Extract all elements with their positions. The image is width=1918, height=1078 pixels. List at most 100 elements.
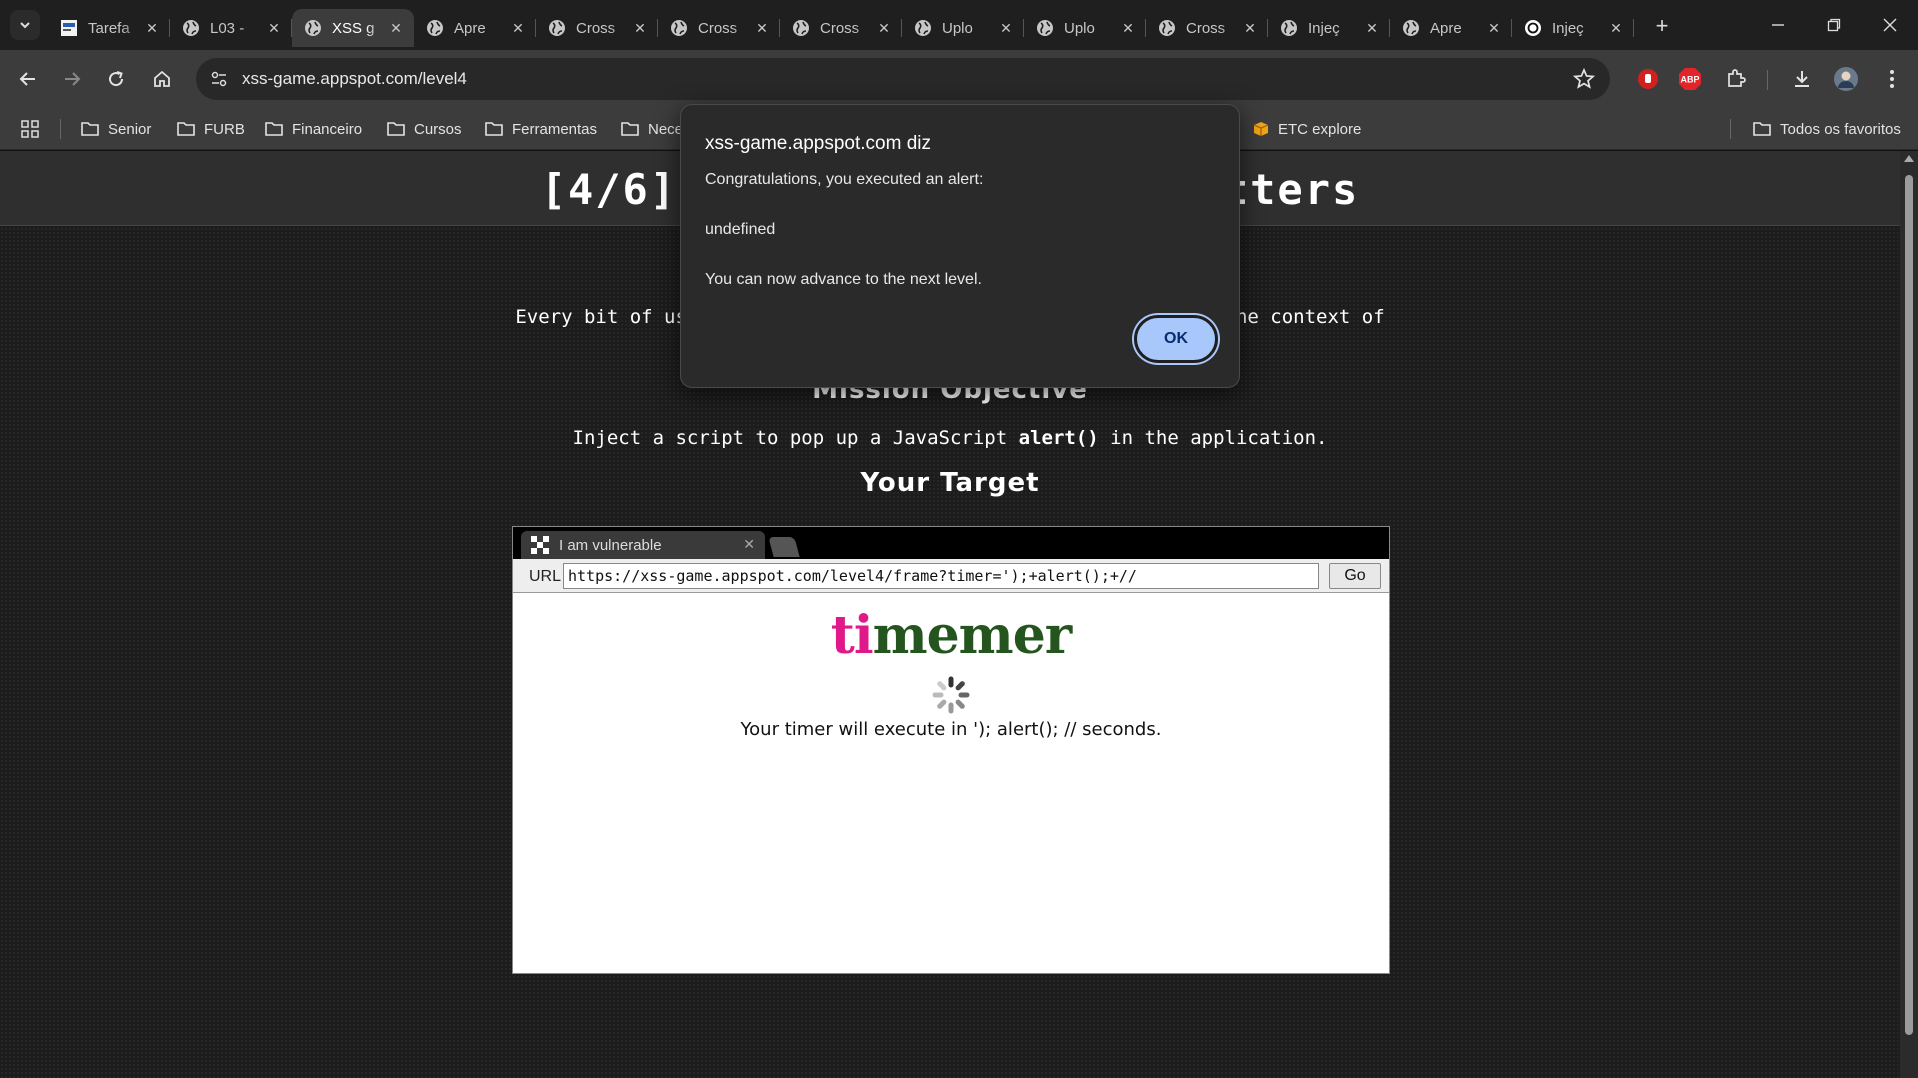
- browser-tab[interactable]: Apre ✕: [414, 9, 536, 47]
- back-button[interactable]: [12, 63, 44, 95]
- new-tab-button[interactable]: +: [1648, 12, 1676, 40]
- browser-tab[interactable]: Uplo ✕: [1024, 9, 1146, 47]
- tab-strip: Tarefa ✕ L03 - ✕ XSS g ✕ Apre ✕ Cross ✕ Cross ✕ Cros…: [0, 0, 1918, 50]
- browser-tab[interactable]: L03 - ✕: [170, 9, 292, 47]
- bookmark-item[interactable]: Financeiro: [264, 116, 362, 142]
- show-hints-link[interactable]: show: [985, 857, 1065, 887]
- globe-icon: [1158, 19, 1176, 37]
- browser-tab[interactable]: XSS g ✕: [292, 9, 414, 47]
- dialog-message-line-1: Congratulations, you executed an alert:: [705, 171, 984, 188]
- frame-go-button[interactable]: Go: [1329, 563, 1381, 589]
- forward-button[interactable]: [56, 63, 88, 95]
- apps-grid-button[interactable]: [20, 116, 48, 142]
- frame-new-tab[interactable]: [768, 537, 800, 557]
- bookmark-label: Financeiro: [292, 120, 363, 138]
- page-scrollbar[interactable]: [1900, 151, 1918, 1078]
- tab-title: Tarefa: [88, 19, 130, 37]
- browser-tab[interactable]: Tarefa ✕: [48, 9, 170, 47]
- tab-close-icon[interactable]: ✕: [632, 20, 648, 36]
- bookmark-label: Nece: [648, 120, 684, 138]
- browser-tab[interactable]: Cross ✕: [780, 9, 902, 47]
- target-code-paren: ): [1096, 815, 1110, 845]
- browser-tab[interactable]: Cross ✕: [658, 9, 780, 47]
- tab-title: Apre: [1430, 19, 1462, 37]
- dialog-ok-button[interactable]: OK: [1134, 315, 1218, 363]
- tab-close-icon[interactable]: ✕: [266, 20, 282, 36]
- bookmark-item[interactable]: Ferramentas: [484, 116, 597, 142]
- downloads-button[interactable]: [1788, 65, 1816, 93]
- home-button[interactable]: [146, 63, 178, 95]
- target-heading: Your Target: [860, 468, 1040, 498]
- tab-close-icon[interactable]: ✕: [1242, 20, 1258, 36]
- bookmark-item[interactable]: Senior: [80, 116, 151, 142]
- dialog-title: xss-game.appspot.com diz: [705, 133, 931, 154]
- tab-title: Uplo: [942, 19, 973, 37]
- tab-close-icon[interactable]: ✕: [876, 20, 892, 36]
- tab-title: Cross: [698, 19, 738, 37]
- site-info-icon[interactable]: [208, 68, 230, 90]
- toggle-code-link[interactable]: toggle: [996, 815, 1096, 845]
- bookmark-star-icon[interactable]: [1572, 67, 1596, 91]
- tab-search-button[interactable]: [10, 10, 40, 40]
- timer-message: Your timer will execute in '); alert(); …: [740, 719, 1162, 740]
- browser-tab[interactable]: Cross ✕: [1146, 9, 1268, 47]
- browser-tab[interactable]: Uplo ✕: [902, 9, 1024, 47]
- folder-icon: [1753, 122, 1771, 136]
- mission-text-post: in the application.: [1098, 427, 1328, 449]
- tab-close-icon[interactable]: ✕: [1608, 20, 1624, 36]
- browser-tab[interactable]: Apre ✕: [1390, 9, 1512, 47]
- minimize-button[interactable]: [1750, 0, 1806, 50]
- bookmark-label: ETC explore: [1278, 120, 1362, 138]
- scroll-up-arrow-icon[interactable]: [1904, 155, 1914, 162]
- dialog-message-line-3: You can now advance to the next level.: [705, 271, 982, 288]
- tab-close-icon[interactable]: ✕: [510, 20, 526, 36]
- tab-close-icon[interactable]: ✕: [1486, 20, 1502, 36]
- bookmarks-divider: [1730, 119, 1731, 139]
- svg-text:ABP: ABP: [1680, 75, 1699, 85]
- tab-close-icon[interactable]: ✕: [754, 20, 770, 36]
- globe-icon: [548, 19, 566, 37]
- hints-heading: Hints 0/3 (show): [0, 857, 1900, 887]
- restore-button[interactable]: [1806, 0, 1862, 50]
- folder-icon: [177, 122, 195, 136]
- tab-close-icon[interactable]: ✕: [1120, 20, 1136, 36]
- browser-tab[interactable]: Cross ✕: [536, 9, 658, 47]
- frame-url-bar: URL https://xss-game.appspot.com/level4/…: [513, 559, 1389, 593]
- scroll-thumb[interactable]: [1905, 175, 1913, 1035]
- address-bar[interactable]: xss-game.appspot.com/level4: [196, 58, 1610, 100]
- profile-avatar[interactable]: [1832, 65, 1860, 93]
- browser-tab[interactable]: Injeç ✕: [1268, 9, 1390, 47]
- tab-title: Cross: [1186, 19, 1226, 37]
- bookmark-item[interactable]: FURB: [176, 116, 245, 142]
- tab-close-icon[interactable]: ✕: [998, 20, 1014, 36]
- tab-close-icon[interactable]: ✕: [388, 20, 404, 36]
- frame-tab-close-icon[interactable]: ✕: [743, 536, 755, 553]
- folder-icon: [265, 122, 283, 136]
- browser-tab[interactable]: Injeç ✕: [1512, 9, 1634, 47]
- bookmark-item[interactable]: Cursos: [386, 116, 462, 142]
- arrow-right-icon: [65, 72, 81, 86]
- bookmark-item[interactable]: Nece: [620, 116, 683, 142]
- globe-icon: [792, 19, 810, 37]
- bookmark-label: Cursos: [414, 120, 462, 138]
- globe-icon: [1402, 19, 1420, 37]
- bookmark-item[interactable]: Todos os favoritos: [1752, 116, 1901, 142]
- chrome-menu-button[interactable]: [1878, 65, 1906, 93]
- tab-title: Uplo: [1064, 19, 1095, 37]
- extensions-puzzle-icon[interactable]: [1722, 65, 1750, 93]
- tab-close-icon[interactable]: ✕: [144, 20, 160, 36]
- frame-url-input[interactable]: https://xss-game.appspot.com/level4/fram…: [563, 563, 1319, 589]
- reload-button[interactable]: [100, 63, 132, 95]
- tab-list: Tarefa ✕ L03 - ✕ XSS g ✕ Apre ✕ Cross ✕ Cross ✕ Cros…: [48, 6, 1634, 47]
- download-icon: [1795, 71, 1809, 87]
- close-window-button[interactable]: [1862, 0, 1918, 50]
- globe-icon: [426, 19, 444, 37]
- bookmark-item[interactable]: ETC explore: [1252, 116, 1361, 142]
- adblock-plus-icon[interactable]: ABP: [1676, 65, 1704, 93]
- frame-tab[interactable]: I am vulnerable ✕: [521, 531, 765, 559]
- tab-close-icon[interactable]: ✕: [1364, 20, 1380, 36]
- url-text: xss-game.appspot.com/level4: [242, 69, 467, 88]
- home-icon: [154, 70, 170, 87]
- red-hand-extension-icon[interactable]: [1634, 65, 1662, 93]
- package-icon: [1253, 122, 1269, 136]
